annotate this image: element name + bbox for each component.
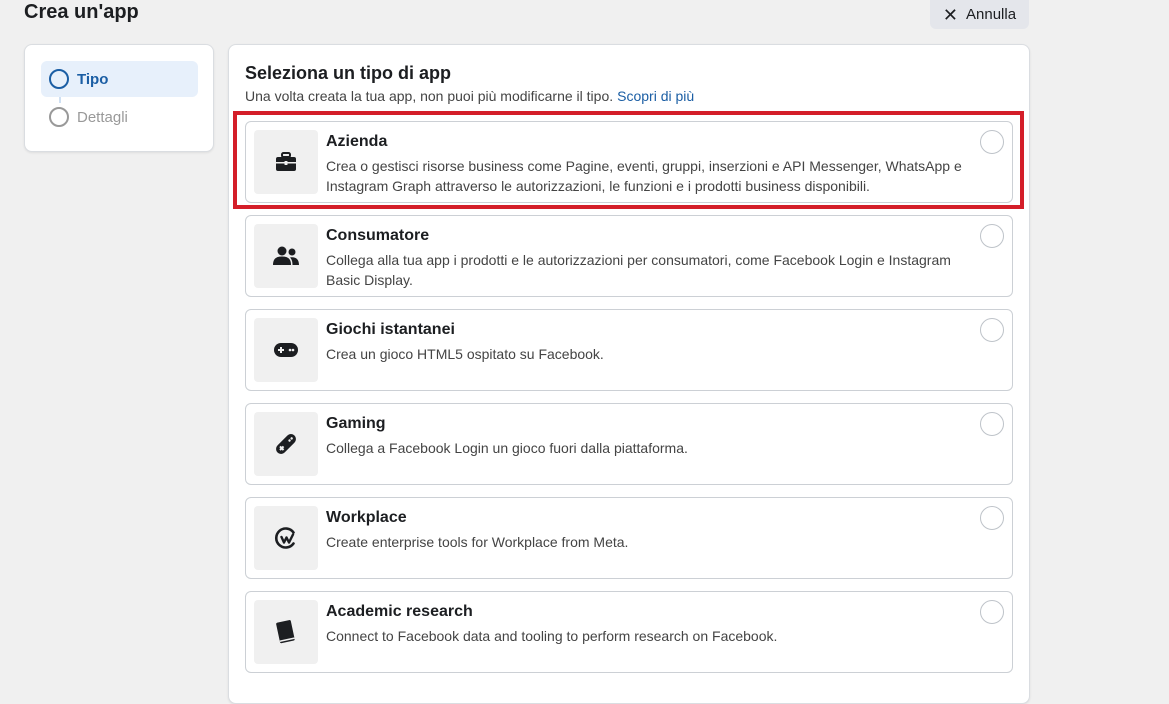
option-description: Collega a Facebook Login un gioco fuori … xyxy=(326,440,688,456)
step-tipo[interactable]: Tipo xyxy=(41,61,198,97)
steps-panel: Tipo Dettagli xyxy=(24,44,214,152)
step-indicator-icon xyxy=(49,107,69,127)
option-description: Crea o gestisci risorse business come Pa… xyxy=(326,158,962,194)
option-giochi-istantanei[interactable]: Giochi istantanei Crea un gioco HTML5 os… xyxy=(245,309,1013,391)
step-label: Tipo xyxy=(77,70,109,88)
workplace-icon xyxy=(254,506,318,570)
learn-more-link[interactable]: Scopri di più xyxy=(617,88,694,104)
option-description: Crea un gioco HTML5 ospitato su Facebook… xyxy=(326,346,604,362)
controller-icon xyxy=(254,412,318,476)
step-label: Dettagli xyxy=(77,108,128,126)
option-description: Create enterprise tools for Workplace fr… xyxy=(326,534,629,550)
briefcase-icon xyxy=(254,130,318,194)
close-icon: ✕ xyxy=(942,4,959,25)
option-consumatore[interactable]: Consumatore Collega alla tua app i prodo… xyxy=(245,215,1013,297)
option-radio[interactable] xyxy=(980,318,1004,342)
book-icon xyxy=(254,600,318,664)
option-title: Consumatore xyxy=(326,227,430,244)
step-indicator-icon xyxy=(49,69,69,89)
cancel-button-label: Annulla xyxy=(966,6,1017,23)
option-title: Gaming xyxy=(326,415,386,432)
option-radio[interactable] xyxy=(980,506,1004,530)
option-title: Giochi istantanei xyxy=(326,321,455,338)
app-type-panel: Seleziona un tipo di app Una volta creat… xyxy=(228,44,1030,704)
option-radio[interactable] xyxy=(980,224,1004,248)
option-radio[interactable] xyxy=(980,412,1004,436)
subtitle-text: Una volta creata la tua app, non puoi pi… xyxy=(245,88,614,104)
option-azienda[interactable]: Azienda Crea o gestisci risorse business… xyxy=(245,121,1013,203)
page-title: Crea un'app xyxy=(24,1,139,23)
gamepad-icon xyxy=(254,318,318,382)
option-radio[interactable] xyxy=(980,130,1004,154)
option-gaming[interactable]: Gaming Collega a Facebook Login un gioco… xyxy=(245,403,1013,485)
option-workplace[interactable]: Workplace Create enterprise tools for Wo… xyxy=(245,497,1013,579)
option-academic-research[interactable]: Academic research Connect to Facebook da… xyxy=(245,591,1013,673)
cancel-button[interactable]: ✕ Annulla xyxy=(930,0,1029,29)
section-heading: Seleziona un tipo di app xyxy=(245,63,452,83)
option-radio[interactable] xyxy=(980,600,1004,624)
option-title: Azienda xyxy=(326,133,388,150)
step-dettagli: Dettagli xyxy=(41,99,198,135)
option-title: Workplace xyxy=(326,509,407,526)
option-description: Connect to Facebook data and tooling to … xyxy=(326,628,778,644)
option-title: Academic research xyxy=(326,603,473,620)
people-icon xyxy=(254,224,318,288)
option-description: Collega alla tua app i prodotti e le aut… xyxy=(326,252,951,288)
section-subtitle: Una volta creata la tua app, non puoi pi… xyxy=(245,88,694,104)
